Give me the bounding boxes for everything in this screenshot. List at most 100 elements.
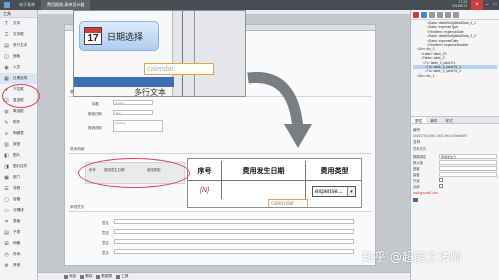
detail-header-date: 费用发生日期 <box>104 168 125 172</box>
detail-header-type: 费用类型 <box>147 168 161 172</box>
minimize-button[interactable]: – <box>483 0 491 10</box>
tool-label: 复选框 <box>13 98 24 102</box>
property-input[interactable]: 费用发生日 <box>439 153 497 159</box>
tool-item[interactable]: ◉ 人员 <box>0 62 37 73</box>
tool-item[interactable]: ◷ 时间 <box>0 249 37 260</box>
tool-item[interactable]: ☑ 复选框 <box>0 95 37 106</box>
tool-item[interactable]: ▾ 下拉框 <box>0 84 37 95</box>
property-input[interactable] <box>439 159 497 165</box>
expense-select-value: expense... <box>315 188 343 195</box>
tool-icon: ▭ <box>4 207 9 214</box>
add-button[interactable]: 添加 <box>64 274 76 279</box>
tool-icon: ◧ <box>4 152 9 159</box>
delete-button[interactable]: 删除 <box>80 274 92 279</box>
field-label-date: 报销日期 <box>88 112 102 116</box>
tools-label: 工具 <box>121 274 129 278</box>
approval-input[interactable] <box>114 249 354 254</box>
expense-type-select[interactable]: expense... ▾ <box>312 186 356 197</box>
tool-label: 附件 <box>13 120 21 124</box>
tool-item[interactable]: ✎ 附件 <box>0 117 37 128</box>
save-icon[interactable] <box>421 11 427 18</box>
tool-item[interactable]: ▤ 子表 <box>0 227 37 238</box>
add-icon <box>64 274 68 279</box>
tool-item[interactable]: ▭ 分隔线 <box>0 205 37 216</box>
tool-item[interactable]: ▤ 多行文本 <box>0 40 37 51</box>
property-row: 高度 <box>413 171 497 177</box>
tool-icon: T <box>4 20 9 27</box>
tool-label: 文本 <box>13 21 21 25</box>
tool-item[interactable]: ⊞ 网格 <box>0 238 37 249</box>
tab-properties[interactable]: 属性 <box>411 117 427 123</box>
tab-electronic-form[interactable]: 电子表单 <box>13 0 41 10</box>
detail-table[interactable] <box>85 162 185 184</box>
tab-styles[interactable]: 样式 <box>441 117 456 123</box>
tool-item[interactable]: ☰ 流程 <box>0 183 37 194</box>
tree-node[interactable]: <Div> div_1 <box>413 74 497 78</box>
tool-label: 其他 <box>13 263 21 267</box>
calendar-field[interactable]: calendar <box>144 63 214 75</box>
property-label: 默认值 <box>413 160 423 165</box>
tools-button[interactable]: 工具 <box>116 274 128 279</box>
tool-item[interactable]: ◍ 单选框 <box>0 106 37 117</box>
description-textarea[interactable]: textarea <box>113 120 163 132</box>
delete-icon[interactable] <box>413 11 419 18</box>
tool-label: 按钮 <box>13 142 21 146</box>
tool-item[interactable]: ◧ 图片 <box>0 150 37 161</box>
tool-item[interactable]: ⚙ 其他 <box>0 260 37 271</box>
calendar-field[interactable]: calendar <box>268 199 308 207</box>
property-checkbox[interactable] <box>439 184 443 188</box>
copy-icon[interactable] <box>429 11 435 18</box>
divider <box>194 11 195 96</box>
tool-item[interactable]: ≡ 明细表 <box>0 128 37 139</box>
tool-icon: ▢ <box>4 196 9 203</box>
color-swatch[interactable] <box>413 198 418 202</box>
approval-input[interactable] <box>114 219 354 224</box>
approval-label: 意见 <box>102 231 109 235</box>
tool-icon: ⎕ <box>4 31 8 38</box>
tool-icon: ☰ <box>4 185 9 192</box>
property-input[interactable] <box>439 165 497 171</box>
chevron-down-icon[interactable]: ▾ <box>347 187 355 196</box>
property-list: 编号 d026279d-55b1-4f00-9ec0-53ed689f 名称 表… <box>411 124 499 205</box>
tool-label: 图片 <box>13 153 21 157</box>
title-input[interactable]: textbox <box>113 100 153 105</box>
tool-item[interactable]: T 文本 <box>0 18 37 29</box>
move-down-icon[interactable] <box>453 11 459 18</box>
tool-item[interactable]: ▣ 部门 <box>0 172 37 183</box>
tool-label: 日期选择 <box>13 76 28 80</box>
property-checkbox[interactable] <box>439 178 443 182</box>
maximize-button[interactable]: □ <box>491 0 499 10</box>
paste-icon[interactable] <box>437 11 443 18</box>
tool-item[interactable]: ▢ 容器 <box>0 194 37 205</box>
delete-icon <box>80 274 85 279</box>
name-label: 名称 <box>413 140 421 144</box>
tool-label: 人员 <box>13 65 21 69</box>
tool-item[interactable]: ▥ 按钮 <box>0 139 37 150</box>
tool-item[interactable]: ◫ 面板 <box>0 51 37 62</box>
color-row <box>413 197 497 203</box>
tool-item[interactable]: ▦ 日期选择 <box>0 73 37 84</box>
tool-item[interactable]: ⌗ 表格 <box>0 216 37 227</box>
tool-icon: ☑ <box>4 97 9 104</box>
approval-input[interactable] <box>114 229 354 234</box>
approval-input[interactable] <box>114 239 354 244</box>
property-label: 宽度 <box>413 166 420 171</box>
row-date-cell <box>222 181 306 199</box>
tool-item[interactable]: ⎕ 文本框 <box>0 29 37 40</box>
zoom-callout-date-picker: 17 日期选择 calendar 多行文本 <box>73 10 246 97</box>
field-label-title: 标题 <box>92 102 99 106</box>
toolbox-panel: 工具 T 文本 ⎕ 文本框 ▤ 多行文本 ◫ 面板 ◉ 人员 ▦ 日期选择 ▾ 下拉框 ☑ 复选框 ◍ 单选框 ✎ 附… <box>0 10 38 280</box>
approval-label: 意见 <box>102 221 109 225</box>
move-up-icon[interactable] <box>445 11 451 18</box>
tool-item[interactable]: ◨ 图片控件 <box>0 161 37 172</box>
callout-background-panel <box>172 11 245 96</box>
datasource-button[interactable]: 数据源 <box>96 274 112 279</box>
property-label: 必填 <box>413 184 420 189</box>
close-button[interactable]: × <box>471 0 483 10</box>
date-input[interactable]: date <box>113 110 153 115</box>
property-input[interactable] <box>439 171 497 177</box>
tab-form-designer[interactable]: 费用报销-表单设计器 <box>41 0 91 10</box>
tab-events[interactable]: 事件 <box>426 117 441 123</box>
clock-date: 2018/6/13 <box>451 4 467 8</box>
date-picker-tool-button[interactable]: 17 日期选择 <box>79 21 159 51</box>
